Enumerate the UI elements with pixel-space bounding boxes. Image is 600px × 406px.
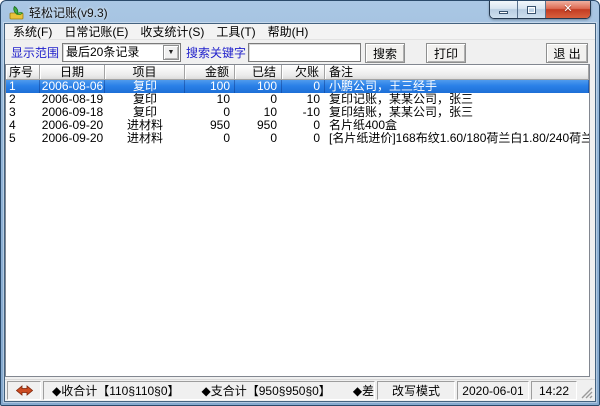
table-cell: 0 [235,132,282,145]
menu-item-1[interactable]: 日常记账(E) [58,24,134,40]
close-button[interactable]: ✕ [546,1,590,18]
column-header-4[interactable]: 已结 [235,65,282,80]
table-cell: 0 [185,106,235,119]
mode-panel[interactable]: 改写模式 [377,381,455,400]
table-cell: 1 [6,80,40,93]
search-button[interactable]: 搜索 [365,43,405,63]
minimize-button[interactable] [490,1,518,18]
table-cell: 复印记账，某某公司，张三 [325,93,589,106]
table-row[interactable]: 52006-09-20进材料000[名片纸进价]168布纹1.60/180荷兰白… [6,132,589,145]
search-input[interactable] [248,43,361,62]
table-cell: 10 [235,106,282,119]
table-row[interactable]: 12006-08-06复印1001000小鹏公司，王三经手 [6,80,589,93]
column-header-5[interactable]: 欠账 [282,65,325,80]
table-cell: -10 [282,106,325,119]
income-total: ◆收合计【110§110§0】 [52,382,180,399]
table-cell: 0 [235,93,282,106]
menu-item-2[interactable]: 收支统计(S) [134,24,210,40]
column-header-6[interactable]: 备注 [325,65,589,80]
caption-buttons: ✕ [489,1,591,19]
column-header-2[interactable]: 项目 [105,65,185,80]
table-cell: 0 [185,132,235,145]
table-cell: 950 [235,119,282,132]
maximize-icon [527,6,536,14]
client-area: 系统(F)日常记账(E)收支统计(S)工具(T)帮助(H) 显示范围 最后20条… [4,23,596,402]
app-icon [9,5,24,20]
status-date: 2020-06-01 [462,384,523,398]
table-cell: 3 [6,106,40,119]
table-cell: 名片纸400盒 [325,119,589,132]
table-cell: 小鹏公司，王三经手 [325,80,589,93]
totals-panel: ◆收合计【110§110§0】 ◆支合计【950§950§0】 ◆差额【-840… [43,381,375,400]
status-time: 14:22 [539,384,569,398]
table-cell: 2006-09-20 [40,119,105,132]
table-cell: 复印结账，某某公司，张三 [325,106,589,119]
range-select[interactable]: 最后20条记录 ▼ [62,43,181,62]
table-cell: 100 [185,80,235,93]
app-window: 轻松记账(v9.3) ✕ 系统(F)日常记账(E)收支统计(S)工具(T)帮助(… [0,0,600,406]
table-row[interactable]: 32006-09-18复印010-10复印结账，某某公司，张三 [6,106,589,119]
table-row[interactable]: 22006-08-19复印10010复印记账，某某公司，张三 [6,93,589,106]
table-cell: 100 [235,80,282,93]
mode-label: 改写模式 [392,382,440,399]
table-cell: 2 [6,93,40,106]
date-panel: 2020-06-01 [457,381,529,400]
table-cell: 2006-09-18 [40,106,105,119]
table-body: 12006-08-06复印1001000小鹏公司，王三经手22006-08-19… [6,80,589,145]
table-cell: 0 [282,119,325,132]
table-header-row: 序号日期项目金额已结欠账备注 [6,65,589,80]
table-cell: 2006-08-19 [40,93,105,106]
table-cell: 0 [282,80,325,93]
titlebar[interactable]: 轻松记账(v9.3) ✕ [1,1,599,23]
table-cell: 4 [6,119,40,132]
table-cell: 10 [185,93,235,106]
exit-button[interactable]: 退 出 [546,43,588,63]
table-cell: 进材料 [105,119,185,132]
maximize-button[interactable] [518,1,546,18]
minimize-icon [499,11,508,14]
window-title: 轻松记账(v9.3) [29,4,108,21]
toolbar: 显示范围 最后20条记录 ▼ 搜索关键字 搜索 打印 退 出 [5,40,595,64]
records-table: 序号日期项目金额已结欠账备注 12006-08-06复印1001000小鹏公司，… [5,64,590,377]
table-cell: 进材料 [105,132,185,145]
status-bar: ◆收合计【110§110§0】 ◆支合计【950§950§0】 ◆差额【-840… [5,379,595,401]
resize-grip-icon [581,387,593,399]
swap-arrows-icon [16,385,33,396]
difference-total: ◆差额【-840§-840§0】 [353,382,375,399]
table-cell: 2006-08-06 [40,80,105,93]
table-row[interactable]: 42006-09-20进材料9509500名片纸400盒 [6,119,589,132]
table-cell: 10 [282,93,325,106]
close-icon: ✕ [563,4,572,15]
table-cell: 复印 [105,106,185,119]
menu-item-0[interactable]: 系统(F) [7,24,58,40]
resize-grip[interactable] [579,381,594,400]
table-cell: [名片纸进价]168布纹1.60/180荷兰白1.80/240荷兰白2.20 [325,132,589,145]
table-cell: 2006-09-20 [40,132,105,145]
range-label: 显示范围 [11,43,59,63]
menu-bar: 系统(F)日常记账(E)收支统计(S)工具(T)帮助(H) [5,24,595,40]
table-cell: 复印 [105,80,185,93]
time-panel: 14:22 [531,381,577,400]
table-cell: 950 [185,119,235,132]
status-icon-panel [7,381,41,400]
table-cell: 5 [6,132,40,145]
chevron-down-icon[interactable]: ▼ [163,45,179,60]
range-selected-value: 最后20条记录 [63,44,163,61]
search-label: 搜索关键字 [186,43,246,63]
table-cell: 复印 [105,93,185,106]
column-header-1[interactable]: 日期 [40,65,105,80]
table-cell: 0 [282,132,325,145]
menu-item-3[interactable]: 工具(T) [210,24,261,40]
expense-total: ◆支合计【950§950§0】 [202,382,331,399]
column-header-0[interactable]: 序号 [6,65,40,80]
column-header-3[interactable]: 金额 [185,65,235,80]
print-button[interactable]: 打印 [426,43,466,63]
menu-item-4[interactable]: 帮助(H) [262,24,315,40]
